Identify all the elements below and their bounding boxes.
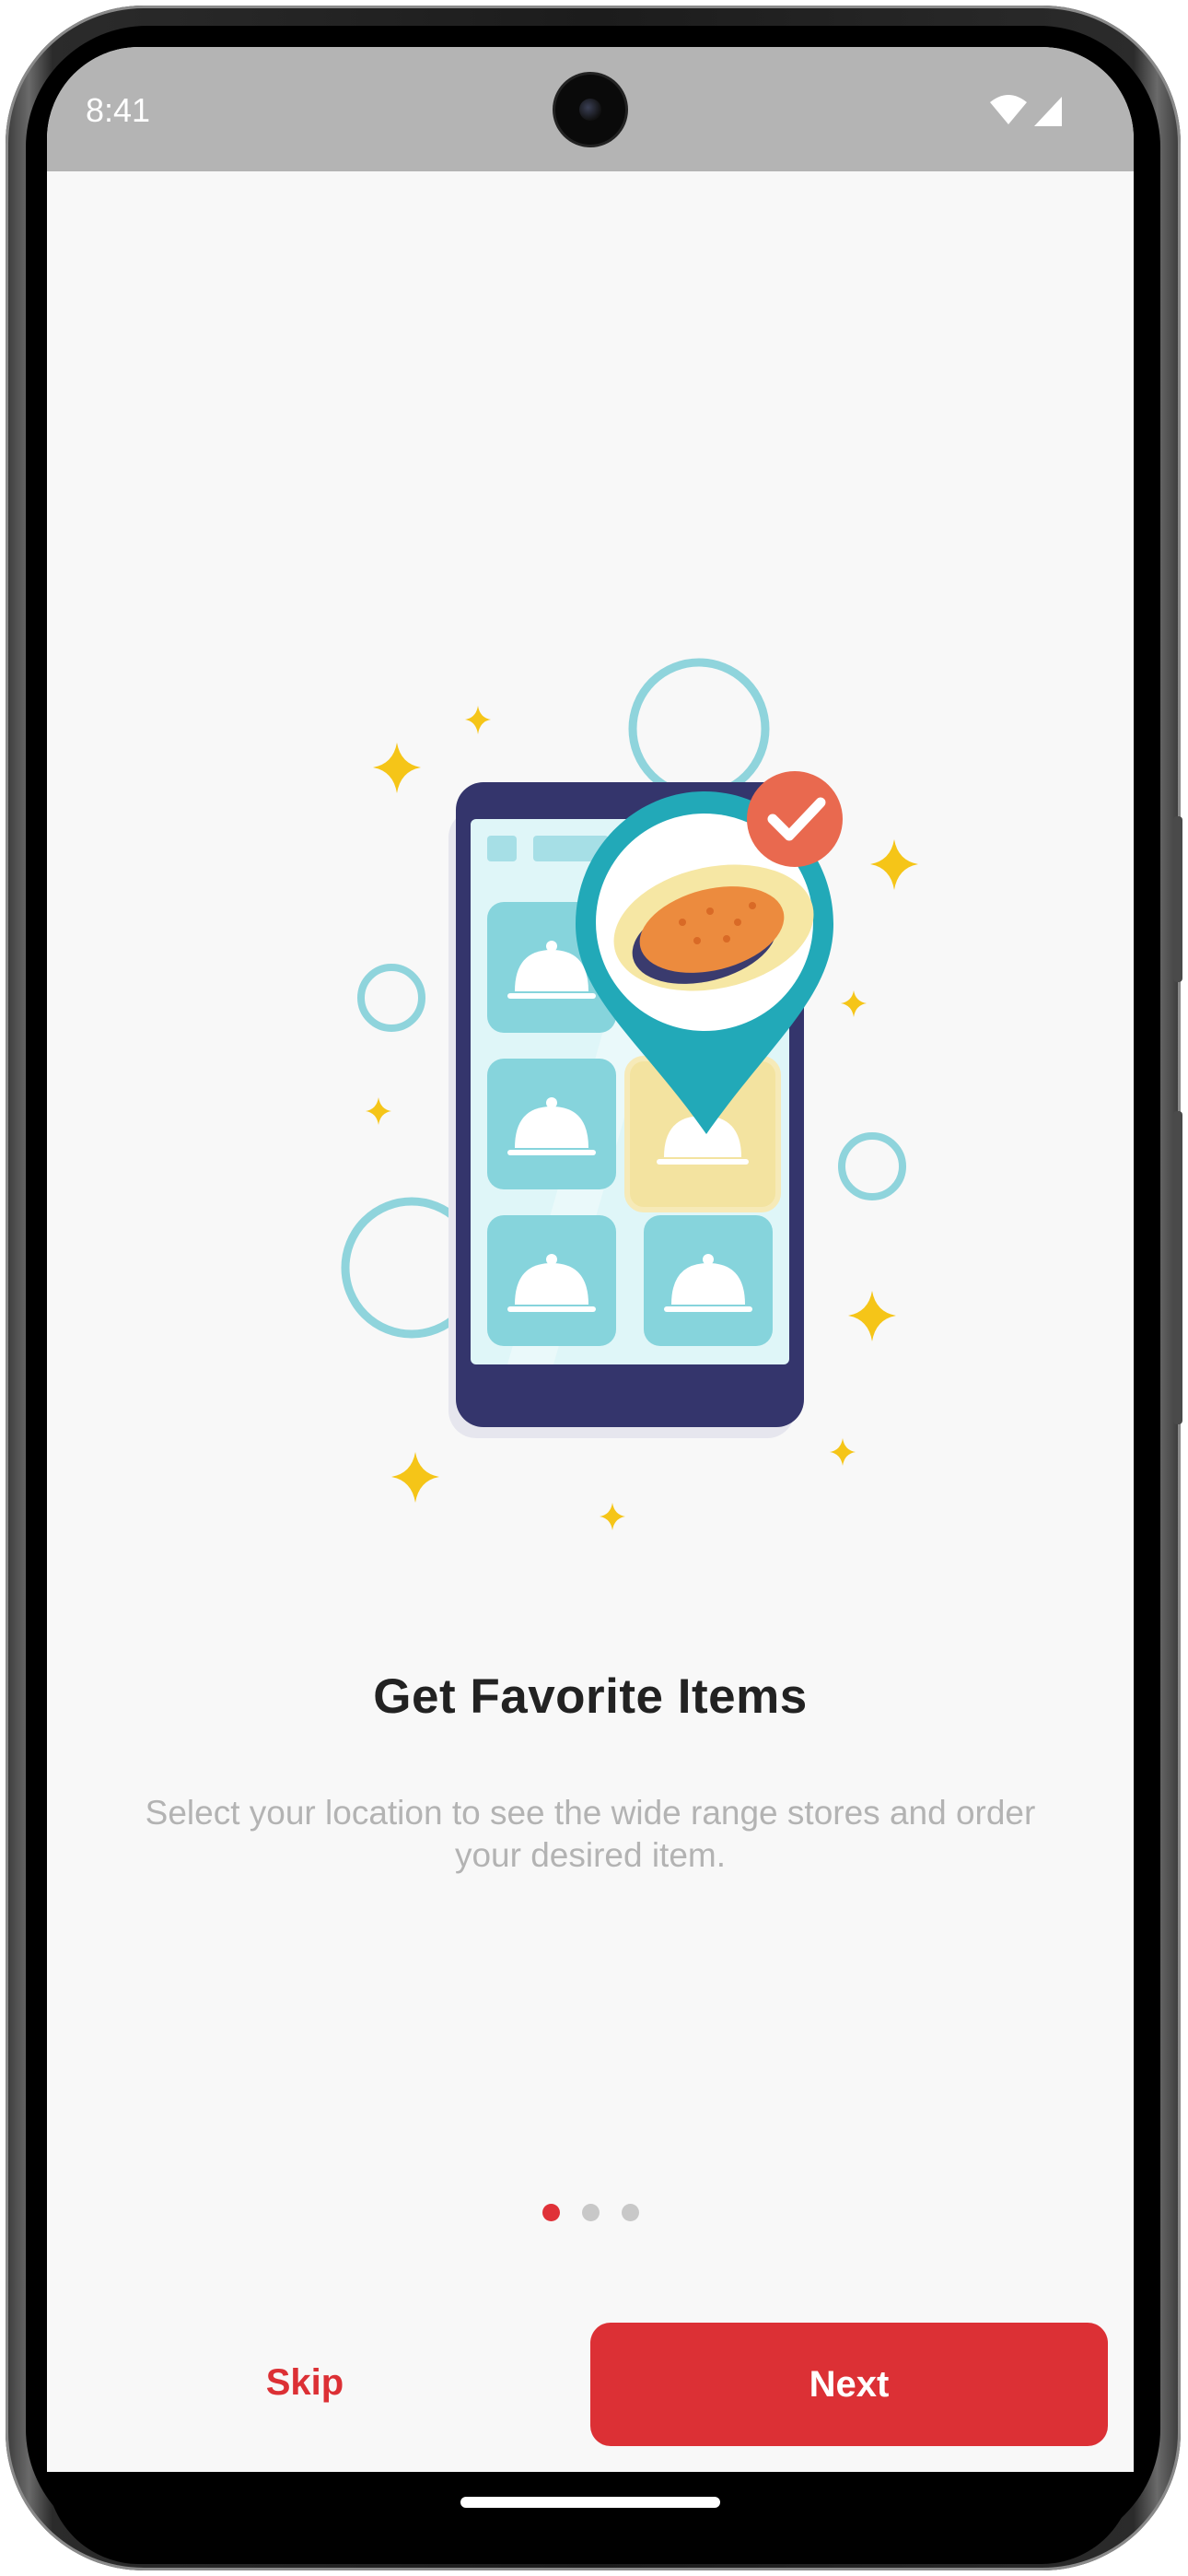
page-dot-active[interactable] (542, 2204, 560, 2221)
status-icons (990, 95, 1062, 126)
check-badge-icon (747, 771, 843, 867)
status-bar: 8:41 (47, 47, 1134, 171)
onboarding-title: Get Favorite Items (373, 1669, 808, 1724)
decor-ring (628, 658, 770, 800)
phone-food-order-illustration (341, 658, 918, 1530)
next-button[interactable]: Next (590, 2323, 1108, 2446)
home-indicator[interactable] (460, 2497, 720, 2508)
app-screen: 8:41 Get Favorite Items Select your loca… (47, 47, 1134, 2472)
onboarding-description: Select your location to see the wide ran… (145, 1794, 1036, 1874)
screen-bottom-bezel (47, 2472, 1134, 2564)
page-indicator (47, 2204, 1134, 2222)
decor-ring (838, 1132, 906, 1200)
decor-ring (357, 964, 425, 1032)
wifi-icon (990, 95, 1027, 124)
volume-button (1173, 816, 1182, 982)
status-time: 8:41 (86, 91, 151, 129)
power-button (1173, 1111, 1182, 1424)
page-dot[interactable] (581, 2204, 600, 2221)
skip-button[interactable]: Skip (167, 2323, 443, 2442)
front-camera (555, 75, 625, 145)
page-dot[interactable] (621, 2204, 639, 2221)
cellular-signal-icon (1034, 97, 1062, 126)
